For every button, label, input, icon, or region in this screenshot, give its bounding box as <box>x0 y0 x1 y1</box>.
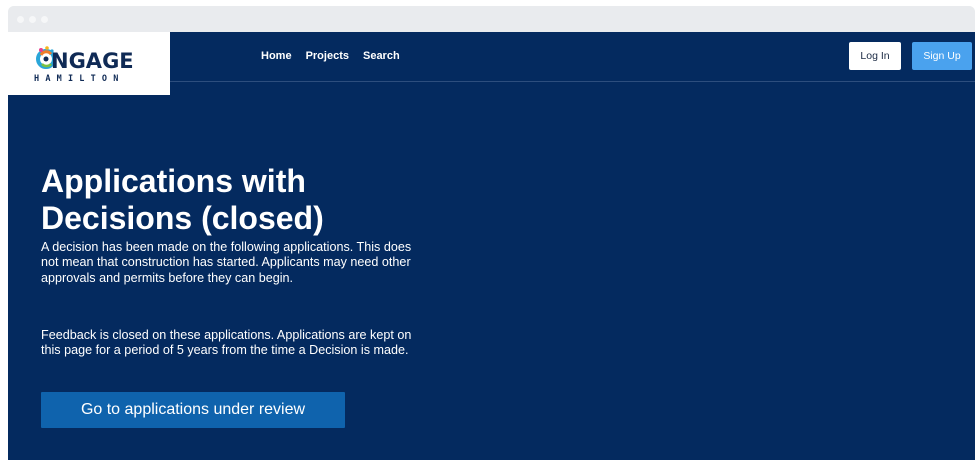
window-titlebar <box>8 6 975 32</box>
logo-wordmark: NGAGE <box>51 49 134 73</box>
window-dot-icon <box>29 16 36 23</box>
page-title: Applications with Decisions (closed) <box>41 163 324 236</box>
window-dot-icon <box>41 16 48 23</box>
page-content: NGAGE HAMILTON Home Projects Search Log … <box>8 32 975 460</box>
window-dot-icon <box>17 16 24 23</box>
nav-link-home[interactable]: Home <box>261 50 292 62</box>
signup-button[interactable]: Sign Up <box>912 42 972 70</box>
logo-subtext: HAMILTON <box>34 74 125 84</box>
login-button[interactable]: Log In <box>849 42 901 70</box>
browser-window: NGAGE HAMILTON Home Projects Search Log … <box>8 6 975 460</box>
go-to-applications-under-review-button[interactable]: Go to applications under review <box>41 392 345 428</box>
main-nav: Home Projects Search <box>261 50 400 62</box>
feedback-closed-note: Feedback is closed on these applications… <box>41 328 412 358</box>
top-navbar: NGAGE HAMILTON Home Projects Search Log … <box>8 32 975 95</box>
nav-link-search[interactable]: Search <box>363 50 400 62</box>
engage-hamilton-logo[interactable]: NGAGE HAMILTON <box>8 32 170 95</box>
decision-description: A decision has been made on the followin… <box>41 240 412 285</box>
nav-link-projects[interactable]: Projects <box>306 50 349 62</box>
